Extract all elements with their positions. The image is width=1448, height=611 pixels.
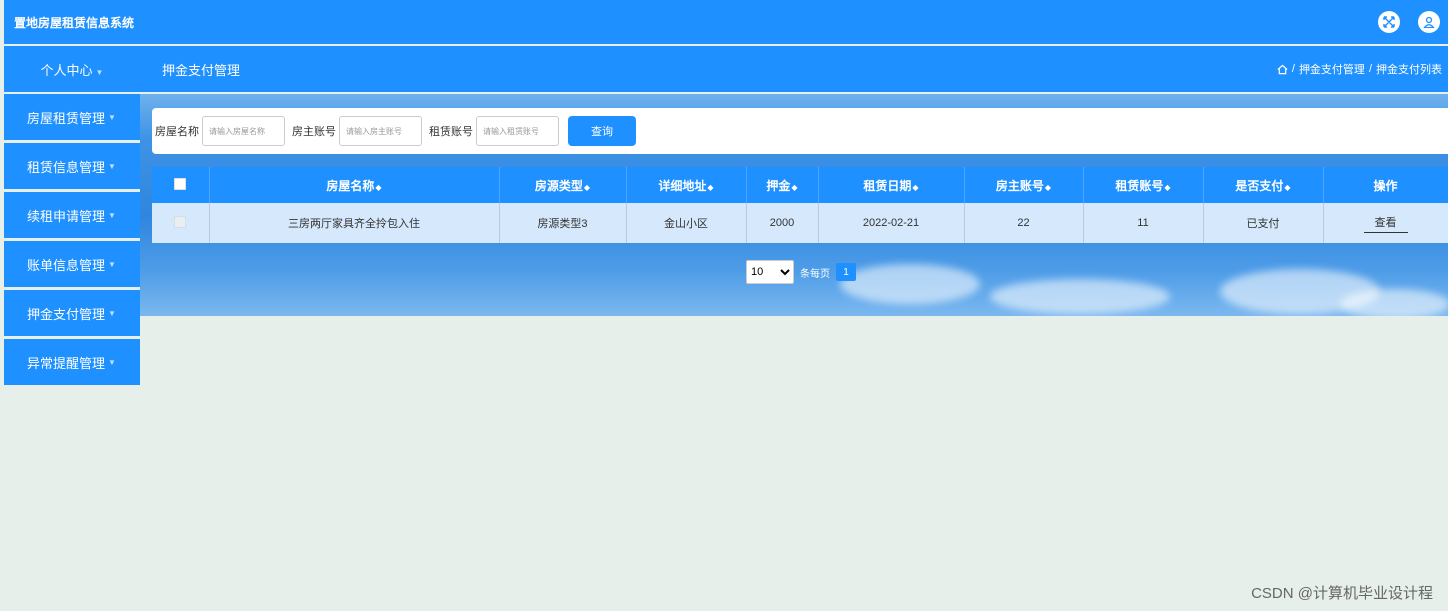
row-checkbox[interactable] [152, 203, 210, 243]
fullscreen-icon[interactable] [1378, 11, 1400, 33]
column-header-actions: 操作 [1323, 167, 1448, 203]
column-header[interactable]: 押金◆ [746, 167, 819, 203]
chevron-down-icon: ▼ [108, 112, 116, 122]
per-page-label: 条每页 [800, 268, 830, 280]
column-header[interactable]: 租赁账号◆ [1083, 167, 1204, 203]
home-icon[interactable] [1277, 64, 1288, 75]
deposit-table: 房屋名称◆ 房源类型◆ 详细地址◆ 押金◆ 租赁日期◆ 房主账号◆ 租赁账号◆ … [152, 167, 1448, 243]
cell-paid-status: 已支付 [1203, 203, 1324, 243]
user-icon[interactable] [1418, 11, 1440, 33]
sort-icon[interactable]: ◆ [1284, 183, 1290, 192]
column-header[interactable]: 房屋名称◆ [209, 167, 500, 203]
sidebar-item-label: 异常提醒管理 [27, 355, 106, 371]
sidebar-item-label: 房屋租赁管理 [27, 110, 106, 126]
chevron-down-icon: ▼ [95, 67, 104, 77]
sidebar-item-house-rental[interactable]: 房屋租赁管理 ▼ [4, 94, 140, 140]
personal-center-label: 个人中心 [40, 62, 93, 78]
cell-renter: 11 [1083, 203, 1204, 243]
column-header[interactable]: 租赁日期◆ [818, 167, 965, 203]
chevron-down-icon: ▼ [108, 210, 116, 220]
sort-icon[interactable]: ◆ [1045, 183, 1051, 192]
sidebar-item-rental-info[interactable]: 租赁信息管理 ▼ [4, 143, 140, 189]
sort-icon[interactable]: ◆ [791, 183, 797, 192]
cell-owner: 22 [964, 203, 1084, 243]
breadcrumb-level2: 押金支付列表 [1376, 64, 1442, 76]
house-name-input[interactable] [202, 116, 285, 146]
header-icons [1378, 11, 1440, 33]
column-header[interactable]: 房主账号◆ [964, 167, 1084, 203]
sidebar-item-deposit[interactable]: 押金支付管理 ▼ [4, 290, 140, 336]
sidebar-item-bills[interactable]: 账单信息管理 ▼ [4, 241, 140, 287]
cell-date: 2022-02-21 [818, 203, 965, 243]
renter-account-input[interactable] [476, 116, 559, 146]
watermark: CSDN @计算机毕业设计程 [1251, 585, 1433, 602]
cell-deposit: 2000 [746, 203, 819, 243]
search-bar: 房屋名称 房主账号 租赁账号 查询 [152, 108, 1448, 154]
sub-header: 个人中心 ▼ 押金支付管理 / 押金支付管理 / 押金支付列表 [4, 46, 1448, 92]
owner-account-label: 房主账号 [292, 126, 336, 138]
cell-house-name: 三房两厅家具齐全拎包入住 [209, 203, 500, 243]
sidebar: 房屋租赁管理 ▼ 租赁信息管理 ▼ 续租申请管理 ▼ 账单信息管理 ▼ 押金支付管理 ▼ … [4, 94, 140, 388]
sort-icon[interactable]: ◆ [584, 183, 590, 192]
app-title: 置地房屋租赁信息系统 [14, 15, 135, 30]
pagination: 10 条每页 1 [746, 260, 856, 284]
sort-icon[interactable]: ◆ [375, 183, 381, 192]
sidebar-item-label: 租赁信息管理 [27, 159, 106, 175]
chevron-down-icon: ▼ [108, 357, 116, 367]
sort-icon[interactable]: ◆ [912, 183, 918, 192]
top-header: 置地房屋租赁信息系统 [4, 0, 1448, 44]
personal-center-menu[interactable]: 个人中心 ▼ [4, 60, 140, 79]
cell-address: 金山小区 [626, 203, 747, 243]
breadcrumb: / 押金支付管理 / 押金支付列表 [1277, 61, 1442, 77]
sort-icon[interactable]: ◆ [1164, 183, 1170, 192]
sidebar-item-label: 账单信息管理 [27, 257, 106, 273]
page-number-button[interactable]: 1 [836, 263, 856, 281]
select-all-checkbox[interactable] [152, 167, 210, 203]
chevron-down-icon: ▼ [108, 161, 116, 171]
sidebar-item-renewal[interactable]: 续租申请管理 ▼ [4, 192, 140, 238]
chevron-down-icon: ▼ [108, 259, 116, 269]
table-row: 三房两厅家具齐全拎包入住 房源类型3 金山小区 2000 2022-02-21 … [152, 203, 1448, 243]
cell-type: 房源类型3 [499, 203, 627, 243]
chevron-down-icon: ▼ [108, 308, 116, 318]
main-content: 房屋名称 房主账号 租赁账号 查询 房屋名称◆ 房源类型◆ 详细地址◆ 押金◆ … [140, 94, 1448, 316]
sidebar-item-alerts[interactable]: 异常提醒管理 ▼ [4, 339, 140, 385]
column-header[interactable]: 详细地址◆ [626, 167, 747, 203]
owner-account-input[interactable] [339, 116, 422, 146]
column-header[interactable]: 是否支付◆ [1203, 167, 1324, 203]
cell-actions: 查看 [1323, 203, 1448, 243]
search-button[interactable]: 查询 [568, 116, 636, 146]
breadcrumb-level1[interactable]: 押金支付管理 [1299, 61, 1365, 77]
sidebar-item-label: 续租申请管理 [27, 208, 106, 224]
table-header-row: 房屋名称◆ 房源类型◆ 详细地址◆ 押金◆ 租赁日期◆ 房主账号◆ 租赁账号◆ … [152, 167, 1448, 203]
view-button[interactable]: 查看 [1363, 214, 1408, 233]
page-title: 押金支付管理 [162, 62, 241, 78]
renter-account-label: 租赁账号 [429, 126, 473, 138]
sidebar-item-label: 押金支付管理 [27, 306, 106, 322]
house-name-label: 房屋名称 [155, 126, 199, 138]
page-size-select[interactable]: 10 [746, 260, 794, 284]
column-header[interactable]: 房源类型◆ [499, 167, 627, 203]
sort-icon[interactable]: ◆ [707, 183, 713, 192]
